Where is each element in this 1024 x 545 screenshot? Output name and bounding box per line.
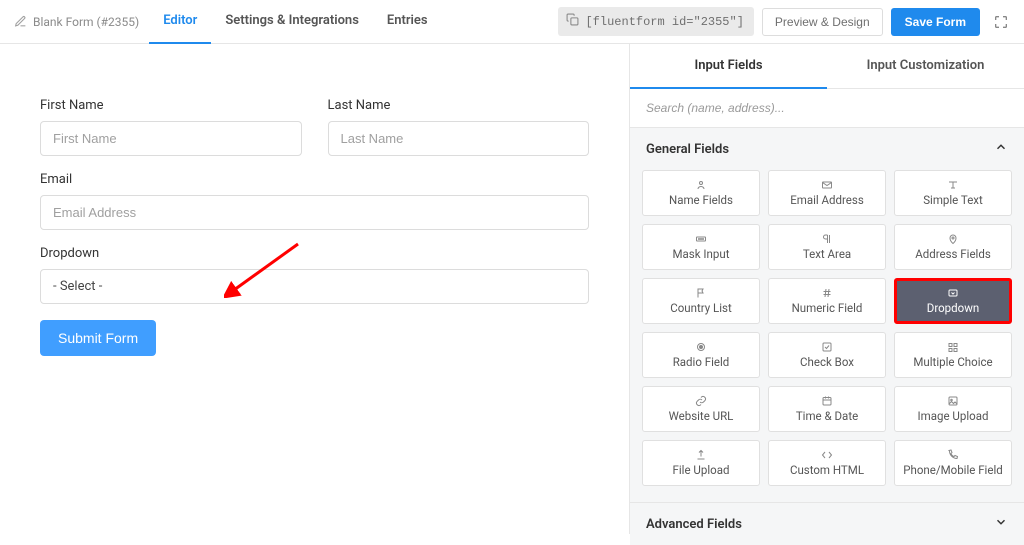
- tile-mask-input[interactable]: Mask Input: [642, 224, 760, 270]
- paragraph-icon: [820, 233, 834, 245]
- label-first-name: First Name: [40, 98, 302, 113]
- select-dropdown[interactable]: - Select -: [40, 269, 589, 304]
- tile-check-box[interactable]: Check Box: [768, 332, 886, 378]
- search-input[interactable]: [630, 89, 1024, 127]
- tile-numeric-field[interactable]: Numeric Field: [768, 278, 886, 324]
- field-dropdown[interactable]: Dropdown - Select -: [40, 246, 589, 304]
- field-grid: Name Fields Email Address Simple Text Ma…: [630, 170, 1024, 498]
- location-icon: [946, 233, 960, 245]
- tile-radio-field[interactable]: Radio Field: [642, 332, 760, 378]
- tile-label: Image Upload: [918, 409, 989, 423]
- tile-label: Address Fields: [915, 247, 991, 261]
- label-last-name: Last Name: [328, 98, 590, 113]
- tile-label: Numeric Field: [792, 301, 863, 315]
- input-email[interactable]: [40, 195, 589, 230]
- accordion-advanced[interactable]: Advanced Fields: [630, 502, 1024, 545]
- tile-multiple-choice[interactable]: Multiple Choice: [894, 332, 1012, 378]
- upload-icon: [694, 449, 708, 461]
- tile-label: Radio Field: [673, 355, 730, 369]
- tile-label: Phone/Mobile Field: [903, 463, 1002, 477]
- panel-search: [630, 89, 1024, 128]
- shortcode-text: [fluentform id="2355"]: [585, 15, 743, 29]
- topbar-right: [fluentform id="2355"] Preview & Design …: [558, 7, 1020, 36]
- tile-label: Email Address: [790, 193, 864, 207]
- editor-pane: First Name Last Name Email Dropdown - Se…: [0, 44, 629, 534]
- tile-label: Dropdown: [927, 301, 979, 315]
- chevron-down-icon: [994, 515, 1008, 533]
- tile-label: Multiple Choice: [913, 355, 992, 369]
- choices-icon: [946, 341, 960, 353]
- shortcode-box[interactable]: [fluentform id="2355"]: [558, 7, 753, 36]
- tile-time-date[interactable]: Time & Date: [768, 386, 886, 432]
- accordion-general[interactable]: General Fields: [630, 128, 1024, 170]
- link-icon: [694, 395, 708, 407]
- pencil-icon[interactable]: [14, 15, 27, 28]
- calendar-icon: [820, 395, 834, 407]
- radio-icon: [694, 341, 708, 353]
- fullscreen-icon[interactable]: [988, 9, 1014, 35]
- form-title[interactable]: Blank Form (#2355): [33, 15, 139, 29]
- tile-label: File Upload: [673, 463, 730, 477]
- tile-label: Name Fields: [669, 193, 733, 207]
- copy-icon: [566, 13, 579, 30]
- field-email[interactable]: Email: [40, 172, 589, 230]
- right-panel: Input Fields Input Customization General…: [629, 44, 1024, 534]
- tile-image-upload[interactable]: Image Upload: [894, 386, 1012, 432]
- image-icon: [946, 395, 960, 407]
- tile-label: Website URL: [669, 409, 734, 423]
- tile-simple-text[interactable]: Simple Text: [894, 170, 1012, 216]
- top-tabs: Editor Settings & Integrations Entries: [149, 0, 441, 44]
- phone-icon: [946, 449, 960, 461]
- tile-country-list[interactable]: Country List: [642, 278, 760, 324]
- tile-label: Time & Date: [796, 409, 858, 423]
- preview-button[interactable]: Preview & Design: [762, 8, 883, 36]
- accordion-advanced-label: Advanced Fields: [646, 517, 742, 532]
- tile-label: Simple Text: [923, 193, 983, 207]
- mail-icon: [820, 179, 834, 191]
- tile-custom-html[interactable]: Custom HTML: [768, 440, 886, 486]
- dropdown-icon: [946, 287, 960, 299]
- code-icon: [820, 449, 834, 461]
- tile-name-fields[interactable]: Name Fields: [642, 170, 760, 216]
- chevron-up-icon: [994, 140, 1008, 158]
- flag-icon: [694, 287, 708, 299]
- label-dropdown: Dropdown: [40, 246, 589, 261]
- label-email: Email: [40, 172, 589, 187]
- panel-tab-customization[interactable]: Input Customization: [827, 44, 1024, 89]
- form-title-wrap: Blank Form (#2355): [4, 15, 149, 29]
- accordion-general-label: General Fields: [646, 142, 729, 157]
- checkbox-icon: [820, 341, 834, 353]
- tile-website-url[interactable]: Website URL: [642, 386, 760, 432]
- tile-dropdown[interactable]: Dropdown: [894, 278, 1012, 324]
- input-last-name[interactable]: [328, 121, 590, 156]
- tile-address-fields[interactable]: Address Fields: [894, 224, 1012, 270]
- tab-editor[interactable]: Editor: [149, 0, 211, 44]
- tile-text-area[interactable]: Text Area: [768, 224, 886, 270]
- tab-entries[interactable]: Entries: [373, 0, 442, 44]
- mask-icon: [694, 233, 708, 245]
- input-first-name[interactable]: [40, 121, 302, 156]
- tile-email-address[interactable]: Email Address: [768, 170, 886, 216]
- tile-label: Text Area: [803, 247, 851, 261]
- field-last-name[interactable]: Last Name: [328, 98, 590, 156]
- tab-settings[interactable]: Settings & Integrations: [211, 0, 373, 44]
- tile-file-upload[interactable]: File Upload: [642, 440, 760, 486]
- tile-label: Custom HTML: [790, 463, 864, 477]
- name-row: First Name Last Name: [40, 58, 589, 172]
- tile-label: Country List: [670, 301, 731, 315]
- submit-button[interactable]: Submit Form: [40, 320, 156, 356]
- tile-phone-mobile[interactable]: Phone/Mobile Field: [894, 440, 1012, 486]
- panel-tab-input-fields[interactable]: Input Fields: [630, 44, 827, 89]
- user-icon: [694, 179, 708, 191]
- hash-icon: [820, 287, 834, 299]
- panel-tabs: Input Fields Input Customization: [630, 44, 1024, 89]
- field-first-name[interactable]: First Name: [40, 98, 302, 156]
- tile-label: Check Box: [800, 355, 854, 369]
- main: First Name Last Name Email Dropdown - Se…: [0, 44, 1024, 534]
- tile-label: Mask Input: [673, 247, 730, 261]
- topbar: Blank Form (#2355) Editor Settings & Int…: [0, 0, 1024, 44]
- text-icon: [946, 179, 960, 191]
- save-button[interactable]: Save Form: [891, 8, 980, 36]
